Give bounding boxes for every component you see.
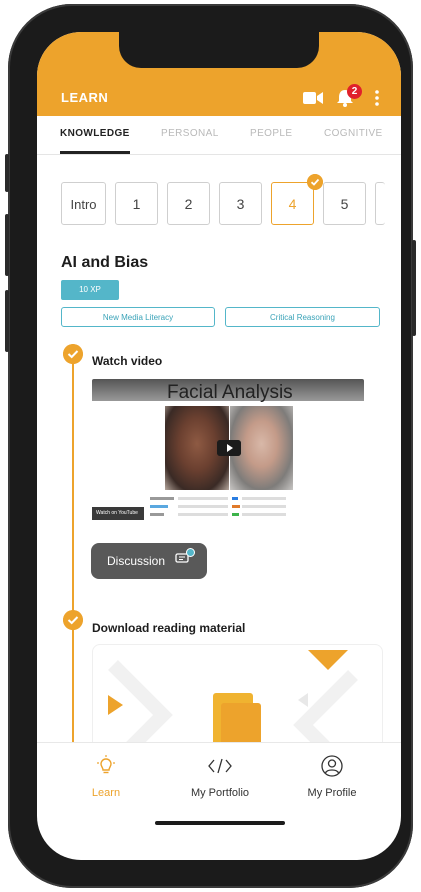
tab-personal[interactable]: PERSONAL <box>161 128 219 139</box>
completed-check-icon <box>63 344 83 364</box>
step-2[interactable]: 2 <box>167 182 210 225</box>
discussion-label: Discussion <box>107 554 166 568</box>
result-bar <box>242 513 286 516</box>
watch-video-title: Watch video <box>92 354 163 368</box>
lightbulb-icon <box>97 755 115 774</box>
result-bar <box>232 513 239 516</box>
nav-my-profile-label: My Profile <box>307 787 357 799</box>
completed-check-icon <box>307 174 323 190</box>
result-bar <box>242 497 286 500</box>
result-bar <box>150 505 168 508</box>
skill-tag-media-literacy[interactable]: New Media Literacy <box>61 307 215 327</box>
step-next-partial[interactable] <box>375 182 385 225</box>
notification-badge: 2 <box>347 84 362 99</box>
active-tab-indicator <box>60 151 130 154</box>
nav-learn-label: Learn <box>91 787 121 799</box>
profile-icon <box>321 755 343 777</box>
new-message-dot <box>186 548 195 557</box>
play-icon[interactable] <box>217 440 241 456</box>
step-intro[interactable]: Intro <box>61 182 106 225</box>
result-bar <box>150 513 164 516</box>
discussion-button[interactable]: Discussion <box>91 543 207 579</box>
step-5[interactable]: 5 <box>323 182 366 225</box>
nav-my-portfolio-label: My Portfolio <box>190 787 250 799</box>
notch <box>119 32 319 68</box>
nav-my-portfolio[interactable]: My Portfolio <box>165 743 275 813</box>
code-icon <box>208 758 232 774</box>
kebab-menu-icon[interactable] <box>375 90 379 106</box>
video-camera-icon[interactable] <box>303 91 323 105</box>
side-button <box>5 154 9 192</box>
home-indicator[interactable] <box>155 821 285 825</box>
skill-tag-critical-reasoning[interactable]: Critical Reasoning <box>225 307 380 327</box>
nav-learn[interactable]: Learn <box>51 743 161 813</box>
step-1[interactable]: 1 <box>115 182 158 225</box>
category-tabs: KNOWLEDGE PERSONAL PEOPLE COGNITIVE <box>37 116 401 155</box>
result-bar <box>232 497 238 500</box>
tab-knowledge[interactable]: KNOWLEDGE <box>60 128 130 139</box>
side-button <box>5 290 9 352</box>
watch-on-youtube[interactable]: Watch on YouTube <box>92 507 144 520</box>
download-reading-title: Download reading material <box>92 621 246 635</box>
video-player[interactable]: Facial Analysis Watch on YouTube <box>92 379 364 527</box>
step-3[interactable]: 3 <box>219 182 262 225</box>
result-bar <box>178 497 228 500</box>
result-bar <box>150 497 174 500</box>
nav-my-profile[interactable]: My Profile <box>277 743 387 813</box>
step-4[interactable]: 4 <box>271 182 314 225</box>
lesson-title: AI and Bias <box>61 254 149 271</box>
video-title: Facial Analysis <box>167 382 293 403</box>
bottom-navigation: Learn My Portfolio My Profile <box>37 742 401 813</box>
app-screen: LEARN 2 KNOWLEDGE PERSONAL PEOPLE COGNIT… <box>37 32 401 860</box>
side-button <box>412 240 416 336</box>
xp-badge: 10 XP <box>61 280 119 300</box>
completed-check-icon <box>63 610 83 630</box>
tab-people[interactable]: PEOPLE <box>250 128 292 139</box>
side-button <box>5 214 9 276</box>
result-bar <box>232 505 240 508</box>
result-bar <box>178 513 228 516</box>
result-bar <box>242 505 286 508</box>
result-bar <box>178 505 228 508</box>
page-title: LEARN <box>61 90 109 105</box>
progress-timeline <box>72 354 74 774</box>
tab-cognitive[interactable]: COGNITIVE <box>324 128 383 139</box>
